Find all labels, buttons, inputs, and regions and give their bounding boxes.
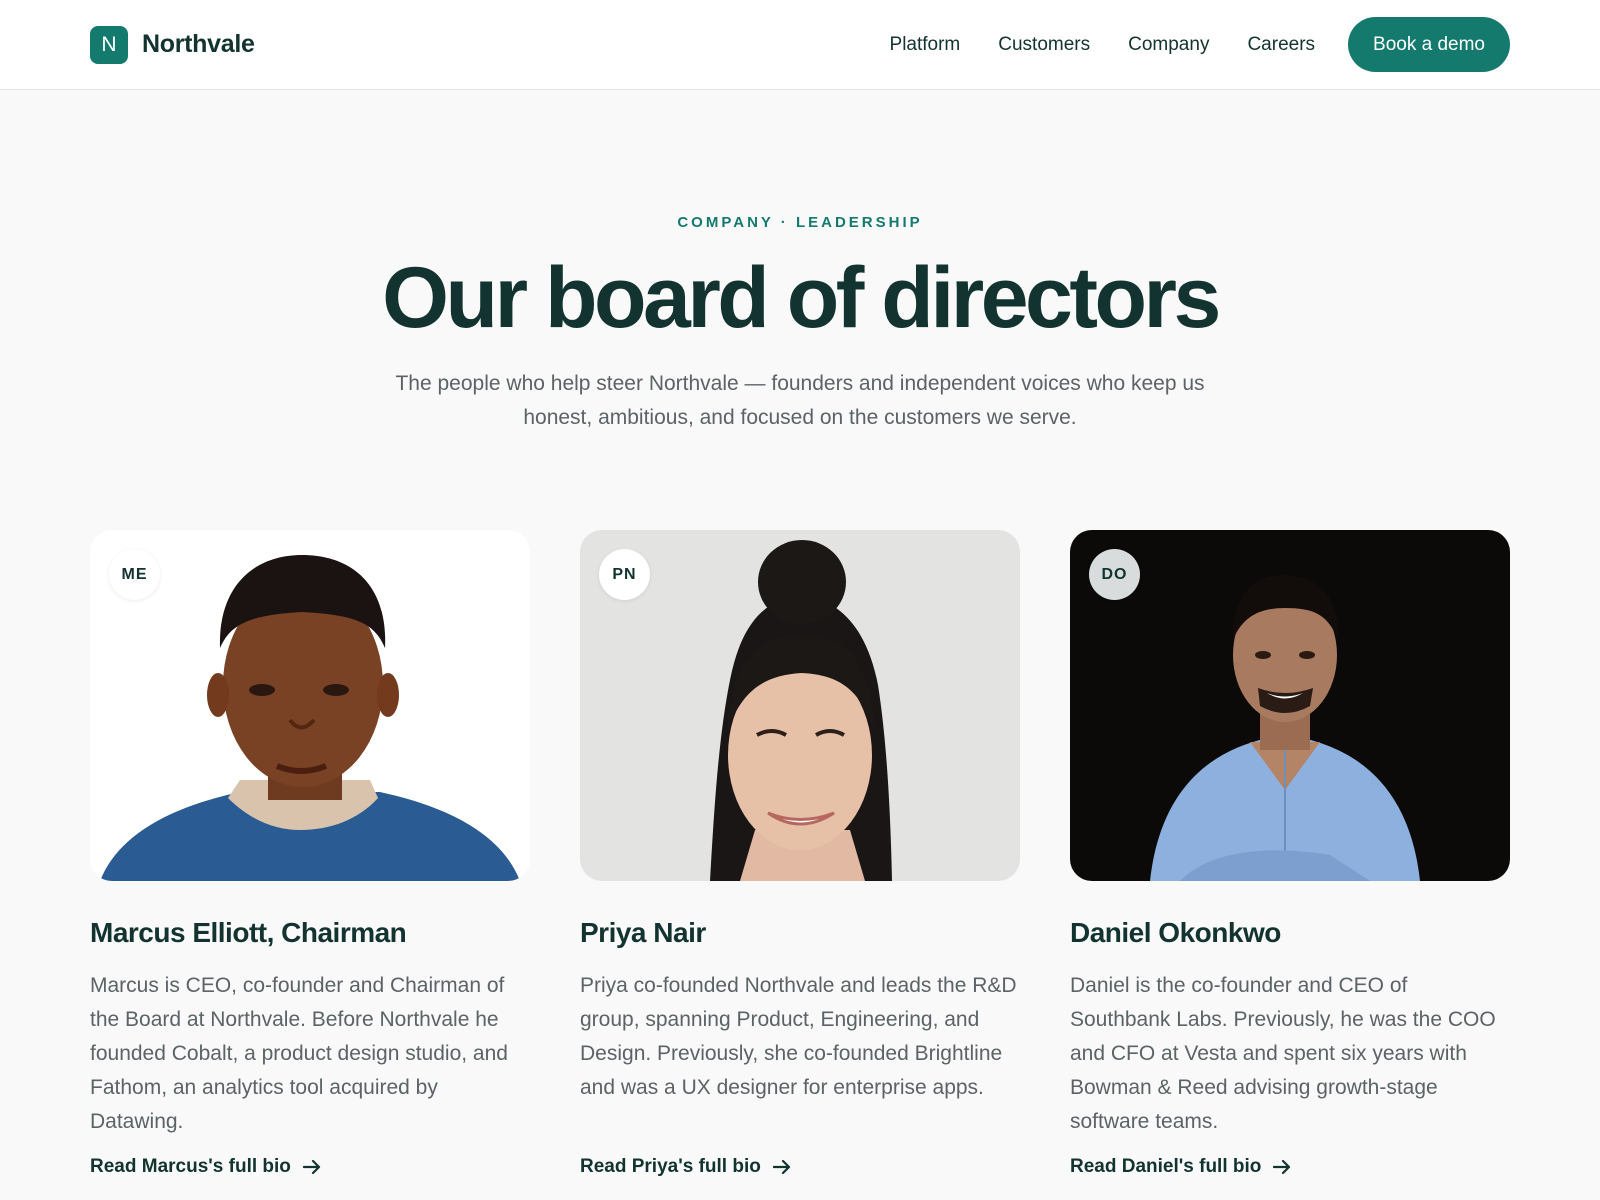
nav-item-careers[interactable]: Careers [1247,34,1315,56]
main-nav: Platform Customers Company Careers [890,34,1316,56]
member-card-marcus: ME Marcus Elliott, Chairman Marcus is CE… [90,530,530,1178]
brand-name: Northvale [142,30,255,58]
arrow-right-icon [1273,1159,1291,1175]
brand-logo-link[interactable]: N Northvale [90,25,255,64]
eyebrow-label: COMPANY · LEADERSHIP [677,214,923,231]
bio-link-label: Read Priya's full bio [580,1156,761,1177]
bio-link-label: Read Daniel's full bio [1070,1156,1262,1177]
read-bio-link-priya[interactable]: Read Priya's full bio [580,1156,1020,1178]
member-bio: Daniel is the co-founder and CEO of Sout… [1070,974,1496,1133]
member-card-daniel: DO Daniel Okonkwo Daniel is the co-found… [1070,530,1510,1178]
read-bio-link-marcus[interactable]: Read Marcus's full bio [90,1156,530,1178]
site-header: N Northvale Platform Customers Company C… [0,0,1600,90]
board-members-grid: ME Marcus Elliott, Chairman Marcus is CE… [90,530,1510,1178]
nav-item-company[interactable]: Company [1128,34,1209,56]
member-photo: DO [1070,530,1510,881]
arrow-right-icon [302,1159,321,1175]
member-photo: ME [90,530,530,881]
member-bio: Marcus is CEO, co-founder and Chairman o… [90,974,508,1133]
bio-link-label: Read Marcus's full bio [90,1156,291,1177]
arrow-right-icon [772,1159,791,1175]
member-bio: Priya co-founded Northvale and leads the… [580,974,1017,1099]
member-name: Daniel Okonkwo [1070,917,1281,948]
member-initials-badge: DO [1089,549,1140,600]
member-initials-badge: ME [109,549,160,600]
logo-mark: N [90,25,128,64]
page-subtitle: The people who help steer Northvale — fo… [395,372,1205,429]
nav-item-platform[interactable]: Platform [890,34,961,56]
member-card-priya: PN Priya Nair Priya co-founded Northvale… [580,530,1020,1178]
nav-item-customers[interactable]: Customers [998,34,1090,56]
member-photo: PN [580,530,1020,881]
hero-section: COMPANY · LEADERSHIP Our board of direct… [0,214,1600,435]
book-demo-button[interactable]: Book a demo [1348,17,1510,72]
page-title: Our board of directors [382,250,1221,346]
member-initials-badge: PN [599,549,650,600]
read-bio-link-daniel[interactable]: Read Daniel's full bio [1070,1156,1510,1178]
member-name: Priya Nair [580,917,706,948]
member-name: Marcus Elliott, Chairman [90,917,407,948]
